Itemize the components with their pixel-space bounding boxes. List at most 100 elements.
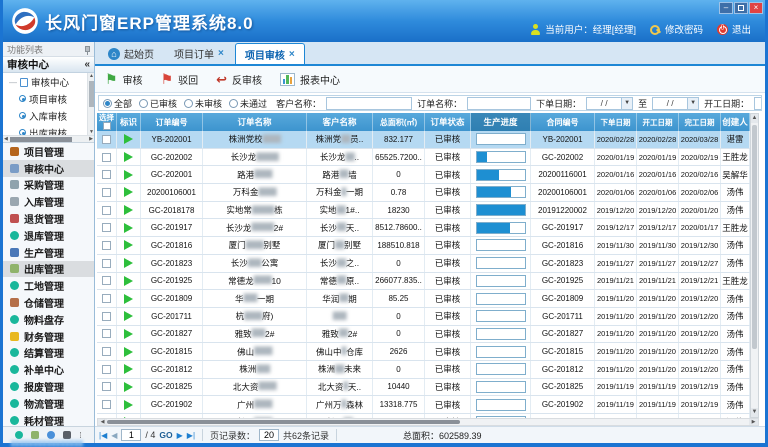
column-header[interactable]: 完工日期: [679, 113, 721, 131]
status-radio[interactable]: 未审核: [184, 97, 226, 110]
status-radio[interactable]: 全部: [103, 97, 136, 110]
table-row[interactable]: GC-201827 雅致███2# 雅致██2# 0 已审核 GC-201827…: [97, 326, 759, 344]
tree-hscroll-thumb[interactable]: [10, 137, 72, 142]
column-header[interactable]: 创建人: [721, 113, 750, 131]
tree-scroll-thumb[interactable]: [89, 81, 94, 107]
tree-expander-icon[interactable]: —: [9, 78, 17, 87]
row-checkbox[interactable]: [102, 259, 111, 268]
reject-button[interactable]: ⚑ 驳回: [161, 72, 199, 87]
pin-icon[interactable]: [85, 46, 90, 52]
sidebar-item[interactable]: 退库管理: [3, 227, 94, 244]
sidebar-item[interactable]: 物料盘存: [3, 311, 94, 328]
row-checkbox[interactable]: [102, 365, 111, 374]
chevron-down-icon[interactable]: ▼: [621, 98, 632, 109]
close-button[interactable]: ×: [749, 2, 763, 14]
row-checkbox[interactable]: [102, 329, 111, 338]
row-checkbox[interactable]: [102, 188, 111, 197]
row-checkbox[interactable]: [102, 312, 111, 321]
table-row[interactable]: GC-201825 北大资████ 北大资█天.. 10440 已审核 GC-2…: [97, 379, 759, 397]
go-button[interactable]: GO: [159, 430, 172, 440]
maximize-button[interactable]: [734, 2, 748, 14]
column-header[interactable]: 下单日期: [595, 113, 637, 131]
tree-root[interactable]: — 审核中心: [3, 73, 94, 90]
more-icon[interactable]: ⁞: [79, 431, 81, 440]
sidebar-item[interactable]: 出库管理: [3, 261, 94, 278]
column-header[interactable]: 合同编号: [531, 113, 595, 131]
row-checkbox[interactable]: [102, 153, 111, 162]
table-row[interactable]: GC-202001 路港████ 路港██墙 0 已审核 20200116001…: [97, 166, 759, 184]
row-checkbox[interactable]: [102, 382, 111, 391]
status-radio[interactable]: 未通过: [229, 97, 271, 110]
tab[interactable]: 项目订单 ×: [165, 43, 233, 64]
table-row[interactable]: GC-201823 长沙███公寓 长沙██之.. 0 已审核 GC-20182…: [97, 255, 759, 273]
customer-name-input[interactable]: [326, 97, 412, 110]
grid-horizontal-scrollbar[interactable]: ◀ ▶: [97, 418, 759, 426]
logout-button[interactable]: 退出: [717, 22, 751, 36]
scroll-up-icon[interactable]: ▲: [89, 73, 94, 80]
grid-hscroll-thumb[interactable]: [107, 420, 460, 424]
row-checkbox[interactable]: [102, 223, 111, 232]
sidebar-item[interactable]: 报废管理: [3, 378, 94, 395]
sidebar-item[interactable]: 耗材管理: [3, 412, 94, 426]
column-header[interactable]: 选择: [97, 113, 117, 131]
select-all-checkbox[interactable]: [103, 122, 111, 130]
table-row[interactable]: GC-201917 长沙龙█████2# 长沙██天.. 8512.78600.…: [97, 219, 759, 237]
tab-close-icon[interactable]: ×: [218, 48, 224, 59]
scroll-left-icon[interactable]: ◀: [98, 419, 107, 425]
column-header[interactable]: 总面积(㎡): [373, 113, 425, 131]
table-row[interactable]: GC-201812 株洲███ 株洲██未来 0 已审核 GC-201812 2…: [97, 361, 759, 379]
table-row[interactable]: GC-201905 长沙████ 长沙██ 0 已审核 GC-201905 20…: [97, 414, 759, 418]
column-header[interactable]: 生产进度: [471, 113, 531, 131]
radio-icon[interactable]: [229, 99, 238, 108]
column-header[interactable]: 订单名称: [203, 113, 307, 131]
tree-horizontal-scrollbar[interactable]: ◀ ▶: [3, 135, 94, 142]
row-checkbox[interactable]: [102, 276, 111, 285]
logistics-icon[interactable]: [47, 431, 55, 439]
sidebar-item[interactable]: 仓储管理: [3, 294, 94, 311]
cart-icon[interactable]: [31, 431, 39, 439]
book-icon[interactable]: [63, 431, 71, 439]
tab[interactable]: ⌂ 起始页: [99, 43, 163, 64]
column-header[interactable]: 订单编号: [141, 113, 203, 131]
audit-icon[interactable]: [15, 431, 23, 439]
table-row[interactable]: YB-202001 株洲党校████ 株洲党██员.. 832.177 已审核 …: [97, 131, 759, 149]
sidebar-item[interactable]: 采购管理: [3, 177, 94, 194]
sidebar-item[interactable]: 退货管理: [3, 210, 94, 227]
row-checkbox[interactable]: [102, 241, 111, 250]
sidebar-item[interactable]: 结算管理: [3, 345, 94, 362]
column-header[interactable]: 订单状态: [425, 113, 471, 131]
first-page-button[interactable]: |◀: [99, 431, 107, 440]
scroll-right-icon[interactable]: ▶: [749, 419, 758, 425]
sidebar-item[interactable]: 补单中心: [3, 361, 94, 378]
sidebar-item[interactable]: 财务管理: [3, 328, 94, 345]
table-row[interactable]: GC-2018178 实地常█████栋 实地██1#.. 18230 已审核 …: [97, 202, 759, 220]
column-header[interactable]: 标识: [117, 113, 141, 131]
sidebar-item[interactable]: 入库管理: [3, 193, 94, 210]
sidebar-item[interactable]: 生产管理: [3, 244, 94, 261]
page-number-input[interactable]: [121, 429, 141, 441]
sidebar-item[interactable]: 项目管理: [3, 143, 94, 160]
scroll-right-icon[interactable]: ▶: [89, 136, 93, 143]
table-row[interactable]: GC-201925 常德龙████10 常德██原.. 266077.835..…: [97, 273, 759, 291]
next-page-button[interactable]: ▶: [177, 431, 183, 440]
sidebar-item[interactable]: 审核中心: [3, 160, 94, 177]
radio-icon[interactable]: [184, 99, 193, 108]
scroll-left-icon[interactable]: ◀: [4, 136, 8, 143]
tree-item[interactable]: 入库审核: [3, 107, 94, 124]
audit-button[interactable]: ⚑ 审核: [105, 72, 143, 87]
table-row[interactable]: GC-201815 佛山████ 佛山中█仓库 2626 已审核 GC-2018…: [97, 343, 759, 361]
reverse-audit-button[interactable]: ↩ 反审核: [216, 72, 262, 87]
last-page-button[interactable]: ▶|: [187, 431, 195, 440]
row-checkbox[interactable]: [102, 206, 111, 215]
scroll-down-icon[interactable]: ▼: [751, 408, 758, 417]
tree-item[interactable]: 项目审核: [3, 90, 94, 107]
status-radio[interactable]: 已审核: [139, 97, 181, 110]
hscroll-track[interactable]: [107, 419, 749, 425]
table-row[interactable]: 20200106001 万科金████ 万科金█一期 0.78 已审核 2020…: [97, 184, 759, 202]
collapse-icon[interactable]: «: [84, 59, 90, 70]
tree-vertical-scrollbar[interactable]: ▲ ▼: [87, 73, 94, 136]
table-row[interactable]: GC-201809 华███一期 华润██期 85.25 已审核 GC-2018…: [97, 290, 759, 308]
column-header[interactable]: 开工日期: [637, 113, 679, 131]
grid-vertical-scrollbar[interactable]: ▲ ▼: [750, 113, 759, 418]
start-date-input[interactable]: / / ▼: [754, 97, 762, 110]
